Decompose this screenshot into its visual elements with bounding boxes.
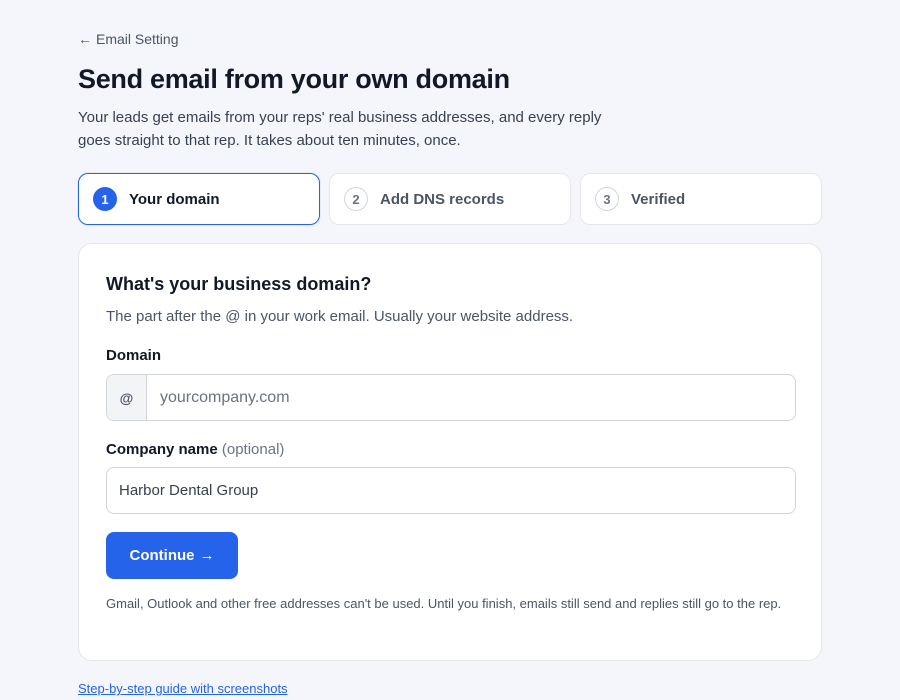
company-name-input[interactable] xyxy=(106,467,796,514)
arrow-left-icon: ← xyxy=(78,31,92,47)
continue-button[interactable]: Continue → xyxy=(106,532,238,579)
step-number: 1 xyxy=(93,187,117,211)
domain-input-group: @ xyxy=(106,374,796,421)
step-label: Your domain xyxy=(129,190,220,208)
step-label: Verified xyxy=(631,190,686,208)
step-number: 2 xyxy=(344,187,368,211)
step-add-dns-records[interactable]: 2 Add DNS records xyxy=(329,173,571,225)
domain-input[interactable] xyxy=(147,375,795,420)
step-label: Add DNS records xyxy=(380,190,505,208)
back-link[interactable]: ← Email Setting xyxy=(78,31,178,47)
step-number: 3 xyxy=(595,187,619,211)
continue-button-label: Continue xyxy=(129,547,195,564)
form-title: What's your business domain? xyxy=(106,274,372,294)
optional-tag: (optional) xyxy=(221,441,285,458)
page-subtitle: Your leads get emails from your reps' re… xyxy=(78,109,602,149)
step-verified[interactable]: 3 Verified xyxy=(580,173,822,225)
domain-label-text: Domain xyxy=(106,347,162,364)
free-address-note: Gmail, Outlook and other free addresses … xyxy=(106,596,782,611)
domain-label: Domain xyxy=(106,347,161,364)
company-name-label: Company name (optional) xyxy=(106,441,284,458)
step-your-domain[interactable]: 1 Your domain xyxy=(78,173,320,225)
company-name-label-text: Company name xyxy=(106,441,218,458)
arrow-right-icon: → xyxy=(199,547,215,564)
page: ← Email Setting Send email from your own… xyxy=(0,0,900,700)
page-title: Send email from your own domain xyxy=(78,64,510,94)
domain-form-card: What's your business domain? The part af… xyxy=(78,243,822,661)
stepper: 1 Your domain 2 Add DNS records 3 Verifi… xyxy=(78,173,822,225)
form-description: The part after the @ in your work email.… xyxy=(106,308,574,325)
back-link-label: Email Setting xyxy=(96,31,179,47)
at-sign-prefix: @ xyxy=(107,375,147,420)
guide-link[interactable]: Step-by-step guide with screenshots xyxy=(78,681,288,696)
